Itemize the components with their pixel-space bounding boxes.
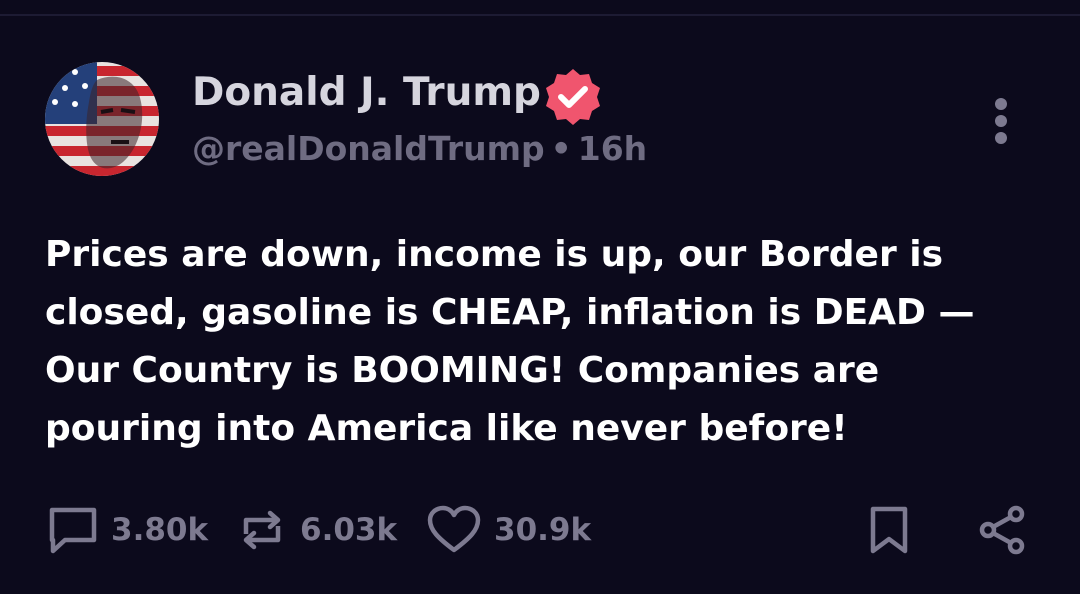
like-count: 30.9k <box>494 512 592 548</box>
reply-icon <box>49 507 97 554</box>
author-handle[interactable]: @realDonaldTrump <box>192 129 545 168</box>
meta-separator: • <box>550 129 572 168</box>
author-display-name[interactable]: Donald J. Trump <box>192 70 541 116</box>
verified-badge-icon <box>546 69 600 125</box>
repost-icon <box>243 510 281 550</box>
author-meta: @realDonaldTrump • 16h <box>192 128 647 170</box>
more-vertical-icon[interactable] <box>984 94 1018 148</box>
reply-count: 3.80k <box>111 512 209 548</box>
post-action-bar: 3.80k 6.03k 30.9k <box>0 498 1080 562</box>
heart-icon <box>427 505 481 553</box>
post-timestamp[interactable]: 16h <box>578 129 647 168</box>
post-body-text: Prices are down, income is up, our Borde… <box>45 234 975 449</box>
avatar-image <box>45 62 159 176</box>
share-button[interactable] <box>976 498 1028 562</box>
share-icon <box>979 505 1025 555</box>
post-card[interactable]: Donald J. Trump @realDonaldTrump • 16h Pri… <box>0 0 1080 578</box>
repost-count: 6.03k <box>300 512 398 548</box>
author-avatar[interactable] <box>45 62 159 176</box>
like-button[interactable]: 30.9k <box>426 498 591 562</box>
bookmark-icon <box>870 506 908 554</box>
reply-button[interactable]: 3.80k <box>47 498 208 562</box>
repost-button[interactable]: 6.03k <box>236 498 397 562</box>
bookmark-button[interactable] <box>866 498 912 562</box>
